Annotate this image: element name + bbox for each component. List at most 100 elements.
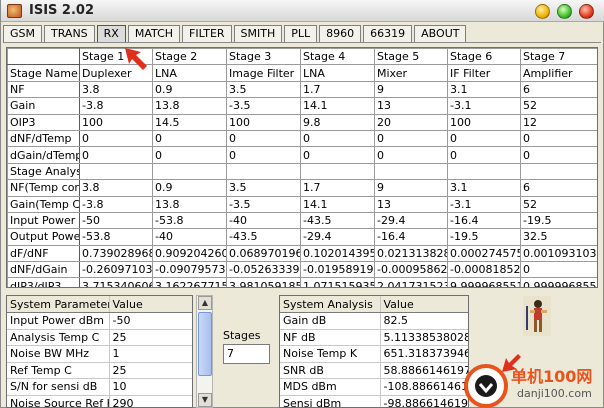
grid-cell[interactable]: [300, 162, 375, 181]
stages-input[interactable]: 7: [223, 344, 270, 364]
kv-value[interactable]: 10: [109, 378, 192, 396]
grid-cell[interactable]: 3.1622677152: [152, 277, 227, 287]
grid-cell[interactable]: -3.1: [447, 195, 521, 213]
stage-grid[interactable]: Stage 1 Stage 2 Stage 3 Stage 4 Stage 5 Stage…: [6, 47, 598, 288]
scroll-thumb[interactable]: [198, 312, 212, 376]
kv-value[interactable]: 1: [109, 345, 192, 363]
grid-cell[interactable]: 100: [226, 113, 301, 131]
grid-cell[interactable]: 14.5: [152, 113, 227, 131]
grid-cell[interactable]: 3.7153406066: [79, 277, 153, 287]
grid-cell[interactable]: -3.5: [226, 195, 301, 213]
scroll-up-arrow-icon[interactable]: ▲: [198, 296, 212, 310]
tab-rx[interactable]: RX: [96, 25, 126, 43]
grid-cell[interactable]: -0.260971031: [79, 261, 153, 279]
grid-cell[interactable]: 0: [152, 129, 227, 148]
tab-66319[interactable]: 66319: [363, 25, 413, 42]
grid-cell[interactable]: 9.8: [300, 113, 375, 131]
grid-cell[interactable]: -43.5: [300, 211, 375, 230]
minimize-button[interactable]: [535, 4, 550, 19]
grid-cell[interactable]: 13.8: [152, 97, 227, 115]
grid-cell[interactable]: -16.4: [374, 228, 448, 246]
grid-cell[interactable]: 0.1020143958: [300, 244, 375, 263]
scroll-down-arrow-icon[interactable]: ▼: [198, 393, 212, 407]
maximize-button[interactable]: [557, 4, 572, 19]
grid-cell[interactable]: 0: [226, 129, 301, 148]
kv-value[interactable]: 651.31837394640: [380, 345, 468, 363]
kv-value[interactable]: 82.5: [380, 312, 468, 330]
grid-cell[interactable]: 0.9: [152, 179, 227, 197]
grid-cell[interactable]: -29.4: [374, 211, 448, 230]
grid-cell[interactable]: 0: [520, 146, 597, 164]
grid-cell[interactable]: -50: [79, 211, 153, 230]
grid-cell[interactable]: 0.9999968551: [520, 277, 597, 287]
grid-cell[interactable]: 0: [520, 261, 597, 279]
grid-cell[interactable]: -16.4: [447, 211, 521, 230]
grid-cell[interactable]: 3.1: [447, 80, 521, 99]
tab-pll[interactable]: PLL: [284, 25, 318, 42]
grid-cell[interactable]: -53.8: [152, 211, 227, 230]
grid-cell[interactable]: 32.5: [520, 228, 597, 246]
system-parameters-panel[interactable]: System Parameters Value Input Power dBm -50…: [6, 295, 193, 408]
grid-cell[interactable]: 0: [79, 146, 153, 164]
grid-cell[interactable]: 13: [374, 97, 448, 115]
grid-cell[interactable]: [374, 162, 448, 181]
grid-cell[interactable]: -0.090795739: [152, 261, 227, 279]
grid-cell[interactable]: LNA: [152, 64, 227, 82]
close-button[interactable]: [579, 4, 594, 19]
grid-cell[interactable]: 3.5: [226, 80, 301, 99]
system-analysis-panel[interactable]: System Analysis Value Gain dB 82.5 NF dB 5.11…: [279, 295, 469, 408]
kv-value[interactable]: 58.886614619713: [380, 362, 468, 379]
kv-value[interactable]: 290: [109, 395, 192, 407]
grid-cell[interactable]: 13: [374, 195, 448, 213]
grid-cell[interactable]: 12: [520, 113, 597, 131]
grid-cell[interactable]: 20: [374, 113, 448, 131]
grid-cell[interactable]: [447, 162, 521, 181]
kv-value[interactable]: 25: [109, 362, 192, 379]
tab-match[interactable]: MATCH: [127, 25, 181, 42]
grid-cell[interactable]: [79, 162, 153, 181]
grid-cell[interactable]: 14.1: [300, 97, 375, 115]
grid-cell[interactable]: 1.7: [300, 80, 375, 99]
grid-cell[interactable]: [152, 162, 227, 181]
kv-value[interactable]: 5.1133853802865: [380, 329, 468, 346]
grid-cell[interactable]: 0: [447, 129, 521, 148]
kv-value[interactable]: -98.886614619713: [380, 395, 468, 407]
tab-trans[interactable]: TRANS: [44, 25, 95, 42]
kv-value[interactable]: -50: [109, 312, 192, 330]
tab-gsm[interactable]: GSM: [3, 25, 42, 42]
grid-cell[interactable]: 14.1: [300, 195, 375, 213]
tab-smith[interactable]: SMITH: [233, 25, 283, 42]
grid-cell[interactable]: -29.4: [300, 228, 375, 246]
kv-value[interactable]: -108.88661461971: [380, 378, 468, 396]
grid-cell[interactable]: 6: [520, 179, 597, 197]
grid-cell[interactable]: 100: [447, 113, 521, 131]
grid-cell[interactable]: 3.5: [226, 179, 301, 197]
grid-cell[interactable]: -40: [152, 228, 227, 246]
grid-cell[interactable]: -0.019589199: [300, 261, 375, 279]
grid-cell[interactable]: -3.8: [79, 195, 153, 213]
grid-cell[interactable]: 3.9810591855: [226, 277, 301, 287]
grid-cell[interactable]: 1.7: [300, 179, 375, 197]
grid-cell[interactable]: 0.0213138282: [374, 244, 448, 263]
grid-cell[interactable]: IF Filter: [447, 64, 521, 82]
tab-about[interactable]: ABOUT: [414, 25, 467, 42]
grid-cell[interactable]: Amplifier: [520, 64, 597, 82]
grid-cell[interactable]: 13.8: [152, 195, 227, 213]
grid-cell[interactable]: 0: [226, 146, 301, 164]
grid-cell[interactable]: 0.0010931039: [520, 244, 597, 263]
grid-cell[interactable]: 100: [79, 113, 153, 131]
grid-cell[interactable]: 0: [152, 146, 227, 164]
grid-cell[interactable]: 0.9092042601: [152, 244, 227, 263]
grid-cell[interactable]: 0.0002745752: [447, 244, 521, 263]
grid-cell[interactable]: 6: [520, 80, 597, 99]
grid-cell[interactable]: Mixer: [374, 64, 448, 82]
grid-cell[interactable]: 0: [520, 129, 597, 148]
grid-cell[interactable]: 52: [520, 195, 597, 213]
grid-cell[interactable]: 9: [374, 179, 448, 197]
grid-cell[interactable]: -40: [226, 211, 301, 230]
grid-cell[interactable]: 0.7390289680: [79, 244, 153, 263]
grid-cell[interactable]: [226, 162, 301, 181]
grid-cell[interactable]: 0.0689701962: [226, 244, 301, 263]
kv-value[interactable]: 25: [109, 329, 192, 346]
grid-cell[interactable]: -0.000958622: [374, 261, 448, 279]
